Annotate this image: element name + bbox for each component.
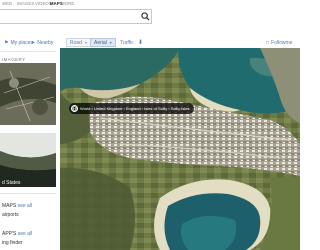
imagery-thumbnail-2[interactable]: [0, 133, 56, 187]
search-icon: [141, 12, 150, 21]
aerial-label: Aerial: [94, 39, 107, 46]
divider: [0, 51, 56, 52]
maps-see-all-link[interactable]: see all: [18, 203, 32, 209]
nearby-label: Nearby: [37, 39, 54, 46]
nearby-button[interactable]: ➤ Nearby: [31, 38, 53, 47]
chevron-down-icon: ▾: [84, 40, 87, 45]
search-input[interactable]: [0, 9, 152, 24]
road-view-button[interactable]: Road ▾: [66, 38, 91, 47]
apps-label: APP'S: [2, 231, 17, 237]
aerial-view-button[interactable]: Aerial ▾: [90, 38, 116, 47]
my-places-label: My places: [10, 39, 33, 46]
maps-label: MAPS: [2, 203, 17, 209]
divider: [0, 193, 56, 194]
nav-more[interactable]: MORE: [61, 1, 74, 6]
location-icon: ➤: [31, 39, 36, 46]
top-nav: WEB IMAGES VIDEOS MAPS MORE: [0, 0, 300, 8]
directions-button[interactable]: ⬇: [135, 38, 146, 47]
share-icon: □: [266, 39, 270, 46]
chevron-down-icon: ▾: [109, 40, 112, 45]
airports-item[interactable]: airports: [2, 212, 19, 218]
followme-label: Followme: [271, 39, 293, 46]
road-label: Road: [70, 39, 82, 46]
followme-button[interactable]: □ Followme: [263, 38, 295, 47]
my-places-button[interactable]: ⚑ My places: [4, 38, 33, 47]
apps-see-all-link[interactable]: see all: [18, 231, 32, 237]
breadcrumb-text: World › United Kingdom › England › Isles…: [80, 106, 190, 111]
nav-web[interactable]: WEB: [2, 1, 12, 6]
search-button[interactable]: [139, 10, 152, 23]
aerial-imagery: [60, 48, 300, 250]
imagery-title: IMAGERY: [2, 57, 26, 62]
finder-item[interactable]: ing finder: [2, 240, 23, 246]
apps-section: APP'S see all: [2, 231, 32, 237]
location-breadcrumb[interactable]: World › United Kingdom › England › Isles…: [69, 103, 194, 114]
imagery-caption: d States: [2, 180, 21, 186]
directions-icon: ⬇: [138, 40, 144, 46]
pin-icon: ⚑: [4, 39, 9, 46]
globe-icon: [71, 105, 78, 112]
nav-images[interactable]: IMAGES: [17, 1, 34, 6]
traffic-button[interactable]: Traffic: [117, 38, 137, 47]
maps-section: MAPS see all: [2, 203, 32, 209]
map-canvas[interactable]: World › United Kingdom › England › Isles…: [60, 48, 300, 250]
traffic-label: Traffic: [120, 39, 134, 46]
imagery-thumbnail-1[interactable]: [0, 63, 56, 125]
